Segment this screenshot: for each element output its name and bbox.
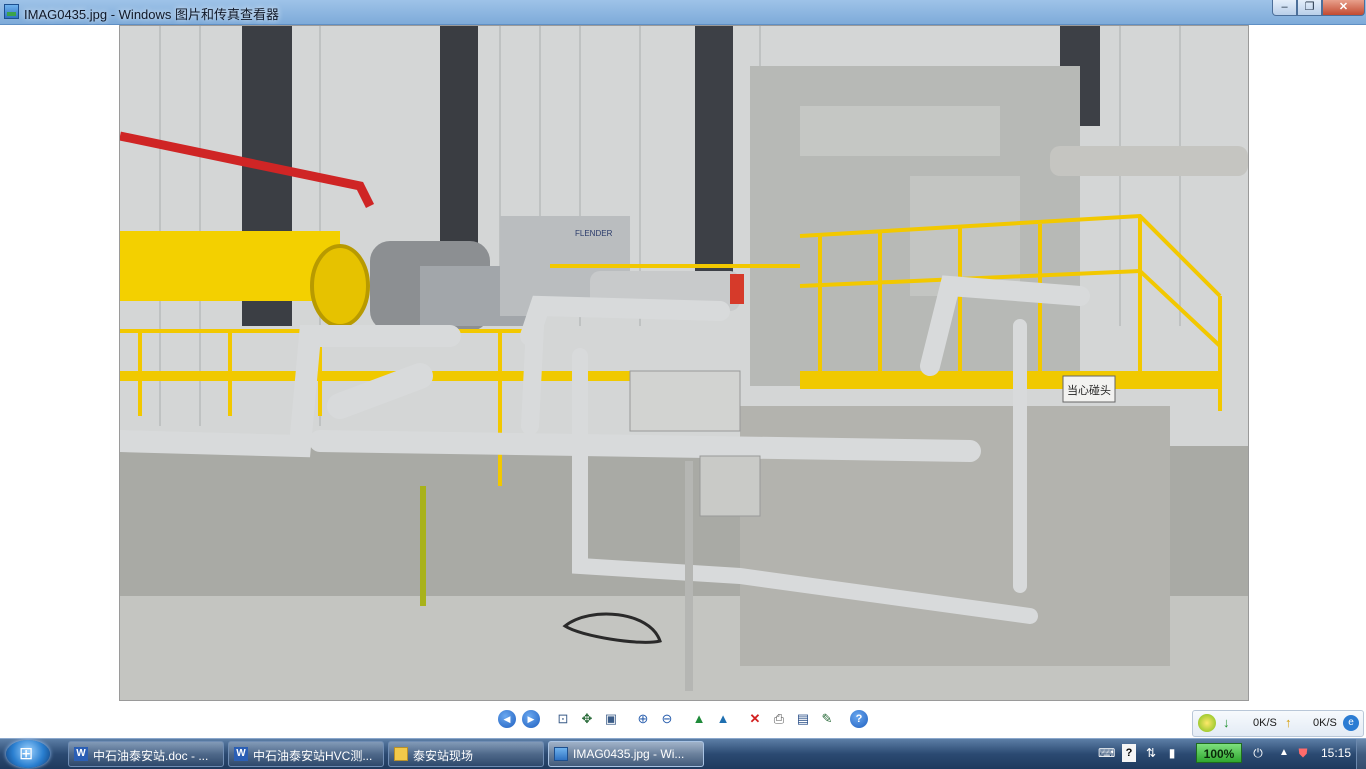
browser-icon: e bbox=[1343, 715, 1359, 731]
network-speed-widget[interactable]: ↓ 0K/S ↑ 0K/S e bbox=[1192, 710, 1364, 737]
previous-image-button[interactable]: ◀ bbox=[498, 710, 516, 728]
taskbar-item-folder[interactable]: 泰安站现场 bbox=[388, 741, 544, 767]
power-plug-icon[interactable]: ⏻ bbox=[1250, 744, 1266, 762]
word-icon: W bbox=[74, 747, 88, 761]
show-hidden-icons[interactable]: ▲ bbox=[1278, 744, 1290, 762]
warning-sign-text: 当心碰头 bbox=[1067, 383, 1111, 397]
actual-size-button[interactable]: ✥ bbox=[578, 710, 596, 728]
taskbar-item-image-viewer[interactable]: IMAG0435.jpg - Wi... bbox=[548, 741, 704, 767]
upload-arrow-icon: ↑ bbox=[1285, 715, 1292, 730]
delete-button[interactable]: ✕ bbox=[746, 710, 764, 728]
taskbar: W 中石油泰安站.doc - ... W 中石油泰安站HVC测... 泰安站现场… bbox=[0, 738, 1366, 769]
zoom-in-button[interactable]: ⊕ bbox=[634, 710, 652, 728]
zoom-out-button[interactable]: ⊖ bbox=[658, 710, 676, 728]
help-tray-icon[interactable]: ? bbox=[1122, 744, 1136, 762]
clock[interactable]: 15:15 bbox=[1321, 746, 1351, 760]
viewer-toolbar: ◀ ▶ ⊡ ✥ ▣ ⊕ ⊖ ▲ ▲ ✕ ⎙ ▤ ✎ ? bbox=[0, 705, 1366, 738]
title-bar: IMAG0435.jpg - Windows 图片和传真查看器 – ❐ ✕ bbox=[0, 0, 1366, 25]
maximize-button[interactable]: ❐ bbox=[1297, 0, 1322, 16]
image-viewer-icon bbox=[4, 4, 19, 19]
keyboard-icon[interactable]: ⌨ bbox=[1098, 744, 1115, 762]
download-arrow-icon: ↓ bbox=[1223, 715, 1230, 730]
brand-label: FLENDER bbox=[575, 229, 613, 238]
image-viewer-area: FLENDER 当心碰头 bbox=[0, 25, 1366, 705]
rotate-clockwise-button[interactable]: ▲ bbox=[690, 710, 708, 728]
minimize-button[interactable]: – bbox=[1272, 0, 1297, 16]
close-button[interactable]: ✕ bbox=[1322, 0, 1365, 16]
industrial-compressor-photo: FLENDER 当心碰头 bbox=[120, 26, 1248, 700]
best-fit-button[interactable]: ⊡ bbox=[554, 710, 572, 728]
help-button[interactable]: ? bbox=[850, 710, 868, 728]
folder-icon bbox=[394, 747, 408, 761]
upload-speed: 0K/S bbox=[1313, 717, 1337, 729]
slideshow-button[interactable]: ▣ bbox=[602, 710, 620, 728]
print-button[interactable]: ⎙ bbox=[770, 710, 788, 728]
plus-icon bbox=[1198, 714, 1216, 732]
taskbar-item-doc[interactable]: W 中石油泰安站.doc - ... bbox=[68, 741, 224, 767]
open-editor-button[interactable]: ✎ bbox=[818, 710, 836, 728]
network-tray-icon[interactable]: ⇅ bbox=[1144, 744, 1158, 762]
show-desktop-button[interactable] bbox=[1356, 739, 1366, 769]
security-shield-icon[interactable]: ⛊ bbox=[1296, 744, 1310, 762]
rotate-counterclockwise-button[interactable]: ▲ bbox=[714, 710, 732, 728]
zoom-indicator[interactable]: 100% bbox=[1196, 743, 1242, 763]
start-button[interactable] bbox=[6, 740, 50, 768]
taskbar-item-hvc-doc[interactable]: W 中石油泰安站HVC测... bbox=[228, 741, 384, 767]
usb-icon[interactable]: ▮ bbox=[1166, 744, 1178, 762]
next-image-button[interactable]: ▶ bbox=[522, 710, 540, 728]
window-title: IMAG0435.jpg - Windows 图片和传真查看器 bbox=[24, 7, 280, 22]
copy-to-button[interactable]: ▤ bbox=[794, 710, 812, 728]
download-speed: 0K/S bbox=[1253, 717, 1277, 729]
displayed-photo[interactable]: FLENDER 当心碰头 bbox=[119, 25, 1249, 701]
image-icon bbox=[554, 747, 568, 761]
word-icon: W bbox=[234, 747, 248, 761]
